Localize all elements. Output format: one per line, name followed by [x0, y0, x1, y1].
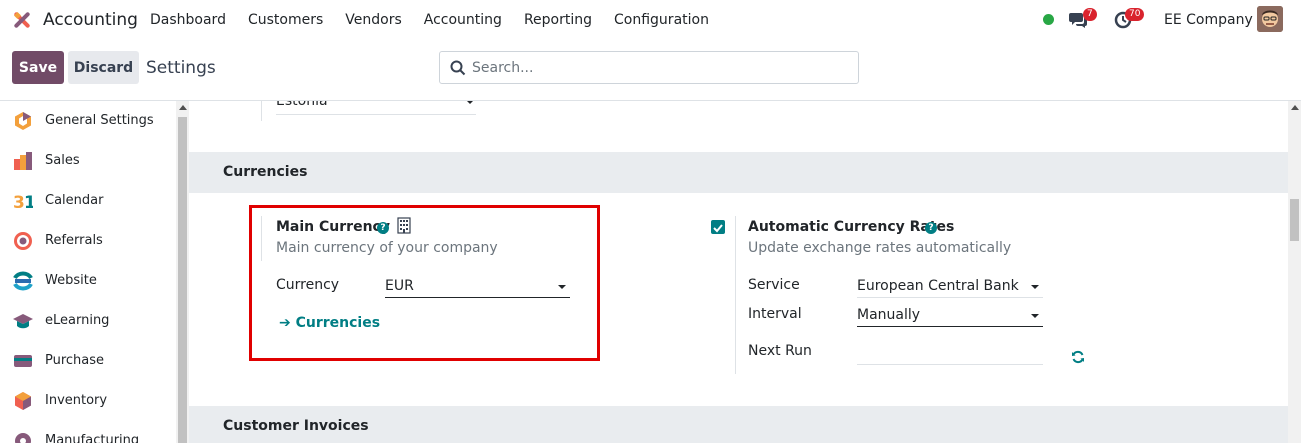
- app-name[interactable]: Accounting: [43, 10, 138, 30]
- section-title: Currencies: [223, 164, 308, 180]
- sidebar-item-website[interactable]: Website: [0, 261, 176, 301]
- settings-main: Estonia Currencies Main Currency ? Main …: [189, 101, 1288, 443]
- sidebar-item-label: General Settings: [45, 113, 154, 128]
- sidebar-item-label: Website: [45, 273, 97, 288]
- chevron-down-icon: [466, 101, 474, 104]
- sidebar-item-label: Inventory: [45, 393, 108, 408]
- section-customer-invoices: Customer Invoices: [189, 406, 1288, 443]
- sidebar-item-label: Calendar: [45, 193, 104, 208]
- main-currency-title: Main Currency: [276, 219, 390, 235]
- next-run-input[interactable]: [857, 343, 1043, 365]
- section-title: Customer Invoices: [223, 418, 369, 434]
- sidebar-item-calendar[interactable]: 3 1 Calendar: [0, 181, 176, 221]
- currency-value: EUR: [385, 278, 414, 294]
- chat-count-badge: 7: [1083, 8, 1097, 21]
- interval-label: Interval: [748, 306, 802, 322]
- scroll-up-icon[interactable]: [1291, 105, 1299, 110]
- chevron-down-icon: [558, 285, 566, 289]
- top-navbar: Accounting Dashboard Customers Vendors A…: [0, 0, 1301, 40]
- main-scrollbar[interactable]: [1288, 101, 1301, 443]
- section-currencies: Currencies: [189, 152, 1288, 193]
- referrals-icon: [14, 232, 32, 250]
- manufacturing-icon: [15, 433, 31, 443]
- currencies-link-label: Currencies: [295, 315, 381, 331]
- chevron-down-icon: [1031, 285, 1039, 289]
- menu-accounting[interactable]: Accounting: [424, 12, 502, 28]
- user-avatar[interactable]: [1257, 6, 1283, 32]
- auto-rates-checkbox[interactable]: [711, 220, 725, 234]
- sidebar-item-label: Manufacturing: [45, 433, 140, 443]
- menu-customers[interactable]: Customers: [248, 12, 323, 28]
- purchase-icon: [14, 355, 32, 367]
- breadcrumb: Settings: [146, 58, 216, 78]
- settings-sidebar: General Settings Sales 3 1 Calendar Refe…: [0, 101, 189, 443]
- interval-select[interactable]: Manually: [857, 305, 1043, 327]
- inventory-icon: [15, 392, 31, 410]
- divider: [261, 216, 262, 261]
- search-box[interactable]: [439, 51, 859, 84]
- menu-reporting[interactable]: Reporting: [524, 12, 592, 28]
- service-label: Service: [748, 277, 800, 293]
- activity-count-badge: 70: [1125, 8, 1145, 21]
- scroll-up-icon[interactable]: [179, 105, 187, 110]
- menu-vendors[interactable]: Vendors: [345, 12, 401, 28]
- service-select[interactable]: European Central Bank: [857, 276, 1043, 298]
- arrow-right-icon: ➔: [279, 315, 291, 331]
- sidebar-item-label: eLearning: [45, 313, 110, 328]
- save-button[interactable]: Save: [12, 51, 64, 84]
- control-panel: Save Discard Settings: [0, 40, 1301, 101]
- currencies-link[interactable]: ➔ Currencies: [279, 315, 380, 331]
- sidebar-item-label: Sales: [45, 153, 80, 168]
- sidebar-item-manufacturing[interactable]: Manufacturing: [0, 421, 176, 443]
- sidebar-item-purchase[interactable]: Purchase: [0, 341, 176, 381]
- calendar-icon: 3 1: [13, 193, 33, 211]
- chevron-down-icon: [1031, 314, 1039, 318]
- svg-text:1: 1: [24, 193, 33, 211]
- help-icon[interactable]: ?: [377, 222, 389, 234]
- online-status-icon[interactable]: [1043, 14, 1054, 25]
- sidebar-item-label: Purchase: [45, 353, 105, 368]
- country-value: Estonia: [276, 101, 328, 109]
- company-switcher[interactable]: EE Company: [1164, 12, 1253, 28]
- company-building-icon: [397, 217, 411, 234]
- currency-label: Currency: [276, 277, 340, 293]
- checkmark-icon: [713, 224, 723, 233]
- discard-button[interactable]: Discard: [68, 51, 139, 84]
- refresh-icon[interactable]: [1071, 350, 1085, 364]
- website-icon: [13, 271, 33, 291]
- elearning-icon: [13, 314, 33, 329]
- auto-rates-description: Update exchange rates automatically: [748, 240, 1012, 256]
- interval-value: Manually: [857, 307, 921, 323]
- divider: [261, 101, 262, 121]
- auto-rates-title: Automatic Currency Rates: [748, 219, 955, 235]
- sidebar-item-sales[interactable]: Sales: [0, 141, 176, 181]
- help-icon[interactable]: ?: [925, 222, 937, 234]
- sidebar-item-label: Referrals: [45, 233, 103, 248]
- search-input[interactable]: [472, 57, 842, 79]
- scrollbar-thumb[interactable]: [1290, 199, 1299, 241]
- sidebar-item-referrals[interactable]: Referrals: [0, 221, 176, 261]
- sidebar-item-inventory[interactable]: Inventory: [0, 381, 176, 421]
- next-run-label: Next Run: [748, 343, 812, 359]
- sales-icon: [14, 152, 32, 170]
- general-settings-icon: [15, 112, 31, 130]
- scrollbar-thumb[interactable]: [178, 117, 187, 443]
- country-select[interactable]: Estonia: [276, 101, 476, 115]
- sidebar-item-elearning[interactable]: eLearning: [0, 301, 176, 341]
- sidebar-item-general-settings[interactable]: General Settings: [0, 101, 176, 141]
- search-icon: [450, 60, 466, 76]
- sidebar-scrollbar[interactable]: [176, 101, 189, 443]
- main-menu: Dashboard Customers Vendors Accounting R…: [150, 12, 731, 28]
- service-value: European Central Bank: [857, 278, 1019, 294]
- accounting-app-icon[interactable]: [12, 10, 32, 30]
- main-currency-description: Main currency of your company: [276, 240, 498, 256]
- currency-select[interactable]: EUR: [385, 276, 570, 298]
- menu-configuration[interactable]: Configuration: [614, 12, 709, 28]
- menu-dashboard[interactable]: Dashboard: [150, 12, 226, 28]
- divider: [735, 216, 736, 374]
